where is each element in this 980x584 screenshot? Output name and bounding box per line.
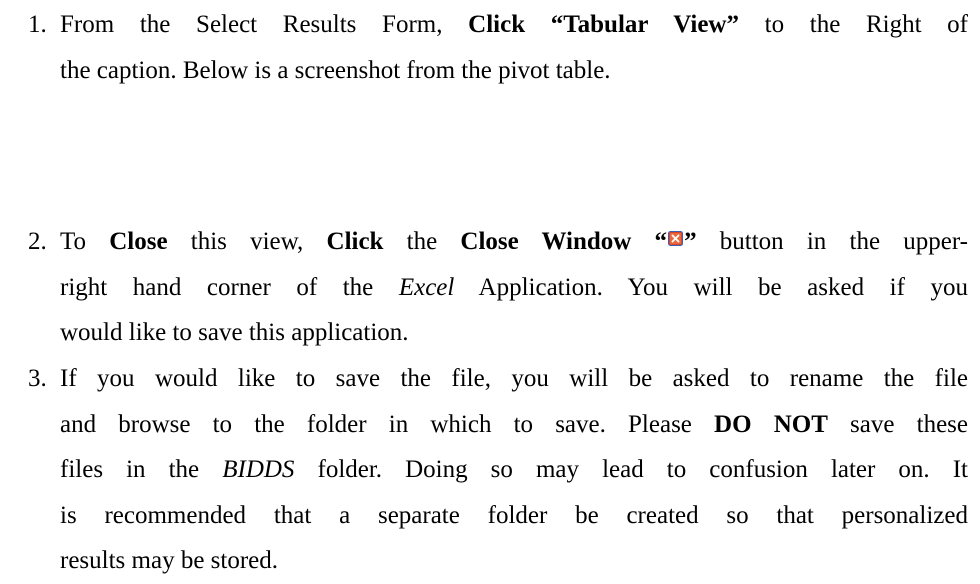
text-run: and browse to the folder in which to sav… [60,410,715,438]
bold-text: Click [326,228,384,255]
text-run: To [60,228,110,255]
close-window-icon [668,231,684,246]
text-line: the caption. Below is a screenshot from … [60,48,968,94]
text-line: and browse to the folder in which to sav… [60,402,968,448]
text-run: save these [827,410,968,438]
text-line: results may be stored. [60,538,968,584]
text-run: From the Select Results Form, [60,11,469,38]
text-line: is recommended that a separate folder be… [60,493,968,539]
italic-text: Excel [398,273,455,301]
text-line: would like to save this application. [60,310,968,356]
bold-text: DO NOT [714,410,828,438]
list-item-text: From the Select Results Form, Click “Tab… [60,2,968,93]
text-run: the [383,228,461,255]
text-line: files in the BIDDS folder. Doing so may … [60,447,968,493]
bold-text: Close [109,228,168,255]
list-item-number: 3. [28,365,47,392]
document-page: 1. From the Select Results Form, Click “… [0,0,980,574]
list-item-text: To Close this view, Click the Close Wind… [60,219,968,356]
bold-text: Close Window “ [460,228,668,255]
text-run: button in the upper- [696,228,968,255]
text-run: this view, [167,228,327,255]
text-run: files in the [60,456,223,483]
list-item-number: 1. [28,11,47,38]
list-item-3: 3. If you would like to save the file, y… [28,356,968,584]
text-run: folder. Doing so may lead to confusion l… [294,456,968,483]
text-line: To Close this view, Click the Close Wind… [60,219,968,265]
text-line: right hand corner of the Excel Applicati… [60,265,968,311]
bold-text: Click “Tabular View” [468,11,739,38]
list-item-2: 2. To Close this view, Click the Close W… [28,219,968,356]
text-run: is recommended that a separate folder be… [60,501,968,529]
italic-text: BIDDS [222,456,295,483]
text-run: If you would like to save the file, you … [60,365,968,392]
text-line: If you would like to save the file, you … [60,356,968,402]
list-item-text: If you would like to save the file, you … [60,356,968,584]
text-run: the caption. Below is a screenshot from … [60,56,611,84]
text-run: would like to save this application. [60,319,409,346]
list-item-1: 1. From the Select Results Form, Click “… [28,2,968,93]
text-run: to the Right of [738,11,969,38]
text-line: From the Select Results Form, Click “Tab… [60,2,968,48]
list-item-number: 2. [28,228,47,255]
text-run: results may be stored. [60,547,279,574]
text-run: Application. You will be asked if you [454,273,968,301]
bold-text: ” [684,228,697,255]
text-run: right hand corner of the [60,273,399,301]
